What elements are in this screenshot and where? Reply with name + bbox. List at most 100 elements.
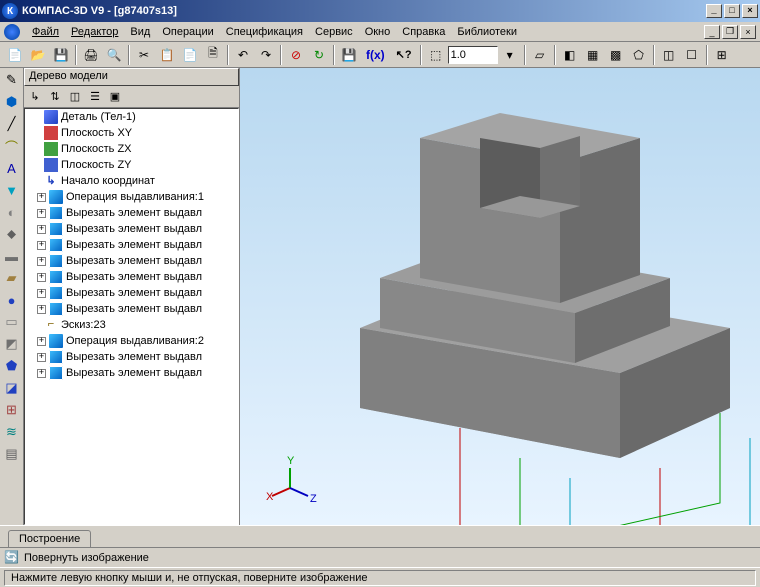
3d-viewport[interactable]: X Y Z [240,68,760,525]
tree-collapse-icon[interactable]: ▣ [106,88,124,106]
grid-icon[interactable]: ⊞ [2,400,22,420]
tree-root-label: Деталь (Тел-1) [61,111,136,123]
save-doc-button[interactable]: 💾 [338,44,360,66]
wireframe2-button[interactable]: ▩ [605,44,627,66]
close-button[interactable]: × [742,4,758,18]
action-label: Повернуть изображение [24,552,149,564]
arc-icon[interactable]: ⌒ [2,136,22,156]
cut-icon [49,286,63,300]
expand-icon[interactable]: + [37,305,46,314]
tree-item[interactable]: +Вырезать элемент выдавл [25,365,238,381]
view-plane-button[interactable]: ▱ [529,44,551,66]
menu-window[interactable]: Окно [359,24,397,40]
body2-icon[interactable]: ▰ [2,268,22,288]
surface-icon[interactable]: ◐ [2,202,22,222]
tree-item[interactable]: Плоскость XY [25,125,238,141]
menu-operations[interactable]: Операции [156,24,219,40]
tree-item[interactable]: +Вырезать элемент выдавл [25,237,238,253]
menu-service[interactable]: Сервис [309,24,359,40]
sphere-icon[interactable]: ● [2,290,22,310]
mdi-minimize[interactable]: _ [704,25,720,39]
tree-item[interactable]: +Вырезать элемент выдавл [25,301,238,317]
undo-button[interactable]: ↶ [232,44,254,66]
tree-item[interactable]: ↳Начало координат [25,173,238,189]
tree-item[interactable]: +Вырезать элемент выдавл [25,269,238,285]
tree-item[interactable]: Плоскость ZY [25,157,238,173]
wireframe1-button[interactable]: ▦ [582,44,604,66]
simplify-button[interactable]: ☐ [681,44,703,66]
fold-icon[interactable]: ◩ [2,334,22,354]
expand-icon[interactable]: + [37,273,46,282]
tree-axis-icon[interactable]: ↳ [26,88,44,106]
tree-order-icon[interactable]: ⇅ [46,88,64,106]
preview-button[interactable]: 🔍 [103,44,125,66]
tab-construction[interactable]: Построение [8,530,91,547]
tree-item[interactable]: +Операция выдавливания:1 [25,189,238,205]
tree-item[interactable]: +Вырезать элемент выдавл [25,221,238,237]
minimize-button[interactable]: _ [706,4,722,18]
orient-button[interactable]: ◫ [658,44,680,66]
sheet-icon[interactable]: ▭ [2,312,22,332]
scale-dropdown[interactable]: ▾ [499,44,521,66]
refresh-button[interactable]: ↻ [308,44,330,66]
expand-icon[interactable]: + [37,353,46,362]
mdi-close[interactable]: × [740,25,756,39]
tree-item[interactable]: +Вырезать элемент выдавл [25,349,238,365]
open-button[interactable]: 📂 [27,44,49,66]
model-tree[interactable]: Деталь (Тел-1) Плоскость XYПлоскость ZXП… [24,108,239,525]
redo-button[interactable]: ↷ [255,44,277,66]
print-button[interactable]: 🖨 [80,44,102,66]
tree-item[interactable]: +Вырезать элемент выдавл [25,205,238,221]
accuracy-button[interactable]: ⊞ [711,44,733,66]
axis-z-label: Z [310,493,317,505]
tree-item[interactable]: Плоскость ZX [25,141,238,157]
solid-icon[interactable]: ⬥ [2,224,22,244]
edit-sketch-icon[interactable]: ✎ [2,70,22,90]
menu-file[interactable]: Файл [26,24,65,40]
shade-button[interactable]: ◧ [559,44,581,66]
copy-button[interactable]: 📋 [156,44,178,66]
menu-libraries[interactable]: Библиотеки [451,24,523,40]
save-button[interactable]: 💾 [50,44,72,66]
menu-specification[interactable]: Спецификация [220,24,309,40]
props-button[interactable]: 🗎 [202,44,224,66]
menu-view[interactable]: Вид [124,24,156,40]
expand-icon[interactable]: + [37,369,46,378]
scale-input[interactable] [448,46,498,64]
tree-list-icon[interactable]: ☰ [86,88,104,106]
menu-help[interactable]: Справка [396,24,451,40]
fx-button[interactable]: f(x) [361,44,390,66]
expand-icon[interactable]: + [37,225,46,234]
persp-button[interactable]: ⬠ [628,44,650,66]
cut-button[interactable]: ✂ [133,44,155,66]
body1-icon[interactable]: ▬ [2,246,22,266]
extrude-icon[interactable]: ⬢ [2,92,22,112]
mdi-restore[interactable]: ❐ [722,25,738,39]
tree-item[interactable]: +Вырезать элемент выдавл [25,253,238,269]
stamp-icon[interactable]: ⬟ [2,356,22,376]
expand-icon[interactable]: + [37,289,46,298]
tree-root-item[interactable]: Деталь (Тел-1) [25,109,238,125]
stop-button[interactable]: ⊘ [285,44,307,66]
tree-item[interactable]: +Операция выдавливания:2 [25,333,238,349]
tree-item[interactable]: +Вырезать элемент выдавл [25,285,238,301]
filter-icon[interactable]: ▼ [2,180,22,200]
expand-icon[interactable]: + [37,337,46,346]
expand-icon[interactable]: + [37,209,46,218]
expand-icon[interactable]: + [37,257,46,266]
menu-editor[interactable]: Редактор [65,24,124,40]
box-icon[interactable]: ◪ [2,378,22,398]
maximize-button[interactable]: □ [724,4,740,18]
paste-button[interactable]: 📄 [179,44,201,66]
calc-icon[interactable]: ▤ [2,444,22,464]
text-icon[interactable]: A [2,158,22,178]
measure-icon[interactable]: ≋ [2,422,22,442]
line-icon[interactable]: ╱ [2,114,22,134]
help-context-button[interactable]: ↖? [391,44,417,66]
new-button[interactable]: 📄 [4,44,26,66]
tree-item[interactable]: ⌐Эскиз:23 [25,317,238,333]
expand-icon[interactable]: + [37,241,46,250]
tree-split-icon[interactable]: ◫ [66,88,84,106]
expand-icon[interactable]: + [37,193,46,202]
zoom-window-button[interactable]: ⬚ [425,44,447,66]
